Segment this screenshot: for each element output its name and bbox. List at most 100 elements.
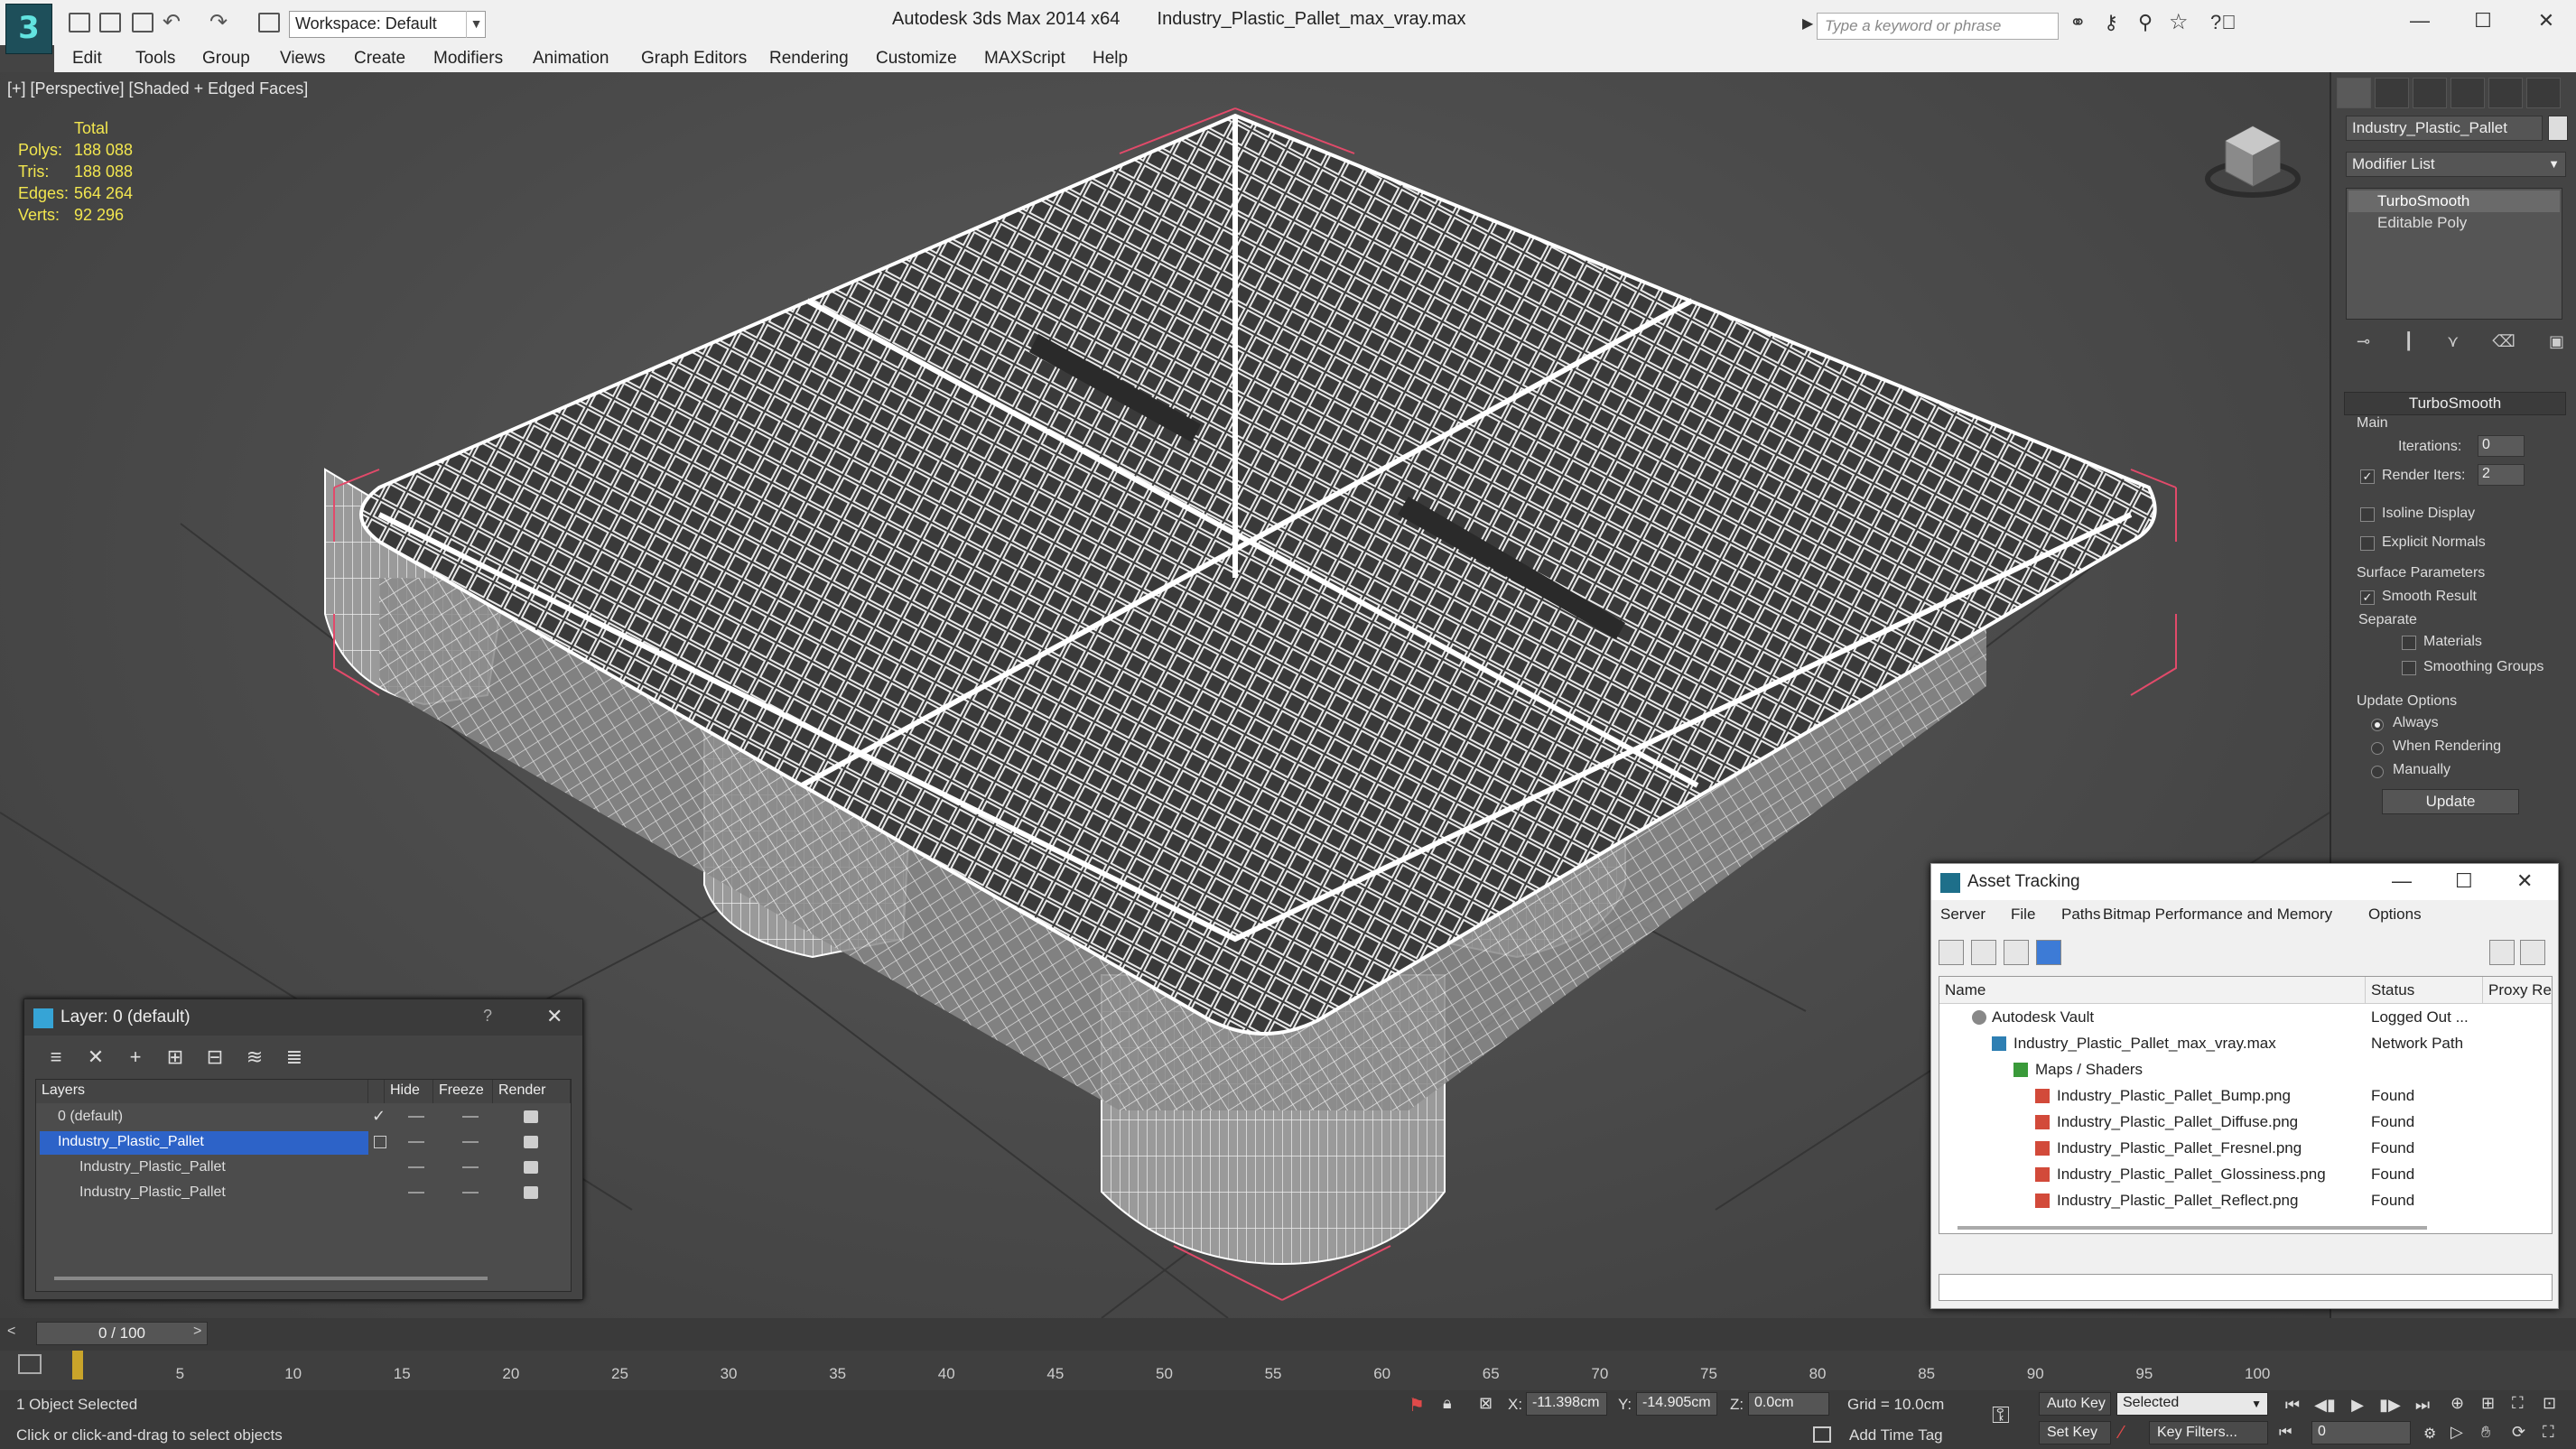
viewcube-icon[interactable]: [2203, 116, 2302, 206]
close-icon[interactable]: ✕: [2528, 7, 2564, 34]
table-row[interactable]: Industry_Plastic_Pallet_Bump.png Found: [1939, 1082, 2552, 1109]
hierarchy-tab-icon[interactable]: [2413, 78, 2447, 108]
menu-rendering[interactable]: Rendering: [769, 49, 849, 69]
menu-file[interactable]: File: [2011, 906, 2035, 924]
set-key-button[interactable]: Set Key: [2039, 1421, 2111, 1444]
checkmark-icon[interactable]: ✓: [372, 1107, 386, 1126]
mini-curve-editor-icon[interactable]: [18, 1354, 42, 1374]
previous-frame-icon[interactable]: <: [7, 1324, 15, 1340]
menu-edit[interactable]: Edit: [72, 49, 102, 69]
utilities-tab-icon[interactable]: [2526, 78, 2561, 108]
table-row[interactable]: Industry_Plastic_Pallet_Glossiness.png F…: [1939, 1161, 2552, 1187]
save-file-icon[interactable]: [132, 13, 153, 33]
horizontal-scrollbar[interactable]: [54, 1277, 488, 1280]
menu-tools[interactable]: Tools: [135, 49, 175, 69]
render-icon[interactable]: [524, 1161, 538, 1174]
help-icon[interactable]: [2489, 940, 2515, 965]
layer-row[interactable]: Industry_Plastic_Pallet: [36, 1130, 569, 1156]
set-key-mode-icon[interactable]: ⚿: [1992, 1401, 2010, 1430]
column-render[interactable]: Render: [493, 1080, 571, 1103]
object-name-field[interactable]: Industry_Plastic_Pallet: [2346, 116, 2543, 141]
table-row[interactable]: Industry_Plastic_Pallet_Diffuse.png Foun…: [1939, 1109, 2552, 1135]
key-filters-button[interactable]: Key Filters...: [2149, 1421, 2268, 1444]
refresh-icon[interactable]: [1939, 940, 1964, 965]
asset-path-field[interactable]: [1939, 1274, 2553, 1301]
detail-view-icon[interactable]: [2004, 940, 2029, 965]
zoom-extents-icon[interactable]: ⛶: [2512, 1394, 2524, 1413]
minimize-icon[interactable]: —: [2402, 7, 2438, 34]
time-slider[interactable]: [0, 1318, 2576, 1351]
lock-selection-icon[interactable]: 🔒︎: [1443, 1394, 1452, 1413]
render-iters-spinner[interactable]: 2: [2478, 464, 2525, 486]
redo-icon[interactable]: ↷: [209, 9, 228, 35]
next-key-icon[interactable]: ▮▶: [2376, 1392, 2404, 1417]
table-row[interactable]: Autodesk Vault Logged Out ...: [1939, 1004, 2552, 1030]
zoom-extents-all-icon[interactable]: ⊡: [2543, 1394, 2556, 1413]
smooth-result-checkbox[interactable]: ✓: [2360, 590, 2375, 605]
key-icon[interactable]: ⁄: [2120, 1423, 2123, 1444]
menu-maxscript[interactable]: MAXScript: [984, 49, 1065, 69]
minimize-icon[interactable]: —: [2392, 869, 2412, 893]
remove-modifier-icon[interactable]: ⌫: [2492, 332, 2515, 354]
highlight-layer-icon[interactable]: ⊟: [201, 1045, 228, 1072]
settings-icon[interactable]: [2520, 940, 2545, 965]
maximize-icon[interactable]: ☐: [2455, 869, 2473, 893]
create-layer-icon[interactable]: ≡: [42, 1045, 70, 1072]
add-to-layer-icon[interactable]: +: [122, 1045, 149, 1072]
modify-tab-icon[interactable]: [2375, 78, 2409, 108]
pin-stack-icon[interactable]: ⊸: [2357, 332, 2370, 354]
isoline-display-checkbox[interactable]: [2360, 507, 2375, 522]
orbit-icon[interactable]: ⟳: [2512, 1423, 2525, 1442]
turbosmooth-rollout-header[interactable]: TurboSmooth: [2344, 392, 2566, 415]
table-row[interactable]: Maps / Shaders: [1939, 1056, 2552, 1082]
pan-icon[interactable]: ✋︎: [2481, 1423, 2490, 1442]
table-row[interactable]: Industry_Plastic_Pallet_max_vray.max Net…: [1939, 1030, 2552, 1056]
current-frame-field[interactable]: 0: [2311, 1421, 2411, 1444]
key-mode-toggle-icon[interactable]: ⏮: [2279, 1425, 2292, 1441]
next-frame-icon[interactable]: >: [193, 1324, 201, 1340]
select-objects-icon[interactable]: ⊞: [162, 1045, 189, 1072]
play-icon[interactable]: ▶: [2344, 1392, 2371, 1417]
time-configuration-icon[interactable]: ⚙: [2423, 1425, 2436, 1443]
motion-tab-icon[interactable]: [2450, 78, 2485, 108]
stack-item-editable-poly[interactable]: Editable Poly: [2348, 212, 2560, 234]
column-proxy-resolution[interactable]: Proxy Re: [2483, 977, 2552, 1004]
app-logo-button[interactable]: 3: [5, 4, 52, 54]
render-icon[interactable]: [524, 1136, 538, 1148]
help-icon[interactable]: ?⃝: [2210, 11, 2237, 34]
open-file-icon[interactable]: [99, 13, 121, 33]
column-status[interactable]: Status: [2366, 977, 2483, 1004]
layer-row[interactable]: Industry_Plastic_Pallet: [36, 1156, 569, 1181]
render-iters-checkbox[interactable]: ✓: [2360, 469, 2375, 484]
delete-layer-icon[interactable]: ✕: [82, 1045, 109, 1072]
time-slider-thumb[interactable]: 0 / 100: [36, 1322, 208, 1345]
table-row[interactable]: Industry_Plastic_Pallet_Fresnel.png Foun…: [1939, 1135, 2552, 1161]
when-rendering-radio[interactable]: [2371, 742, 2384, 755]
menu-modifiers[interactable]: Modifiers: [433, 49, 503, 69]
menu-options[interactable]: Options: [2368, 906, 2422, 924]
list-view-icon[interactable]: [1971, 940, 1996, 965]
menu-create[interactable]: Create: [354, 49, 405, 69]
previous-key-icon[interactable]: ◀▮: [2311, 1392, 2339, 1417]
menu-help[interactable]: Help: [1093, 49, 1128, 69]
menu-bitmap-performance[interactable]: Bitmap Performance and Memory: [2103, 906, 2332, 924]
freeze-all-layers-icon[interactable]: ≣: [281, 1045, 308, 1072]
key-icon[interactable]: ⚷: [2104, 11, 2118, 34]
help-button[interactable]: ?: [483, 1007, 492, 1026]
column-hide[interactable]: Hide: [385, 1080, 433, 1103]
maximize-viewport-icon[interactable]: ⛶: [2543, 1423, 2554, 1442]
y-coordinate-field[interactable]: -14.905cm: [1636, 1392, 1717, 1416]
column-freeze[interactable]: Freeze: [433, 1080, 493, 1103]
current-layer-box[interactable]: [374, 1136, 386, 1148]
render-icon[interactable]: [524, 1110, 538, 1123]
field-of-view-icon[interactable]: ▷: [2450, 1423, 2463, 1442]
explicit-normals-checkbox[interactable]: [2360, 536, 2375, 551]
viewport-label[interactable]: [+] [Perspective] [Shaded + Edged Faces]: [7, 79, 308, 98]
zoom-icon[interactable]: ⊕: [2450, 1394, 2464, 1413]
display-tab-icon[interactable]: [2488, 78, 2523, 108]
close-icon[interactable]: ✕: [2516, 869, 2533, 893]
zoom-all-icon[interactable]: ⊞: [2481, 1394, 2495, 1413]
binoculars-icon[interactable]: ⚭: [2069, 11, 2086, 34]
menu-paths[interactable]: Paths: [2061, 906, 2100, 924]
update-button[interactable]: Update: [2382, 789, 2519, 814]
